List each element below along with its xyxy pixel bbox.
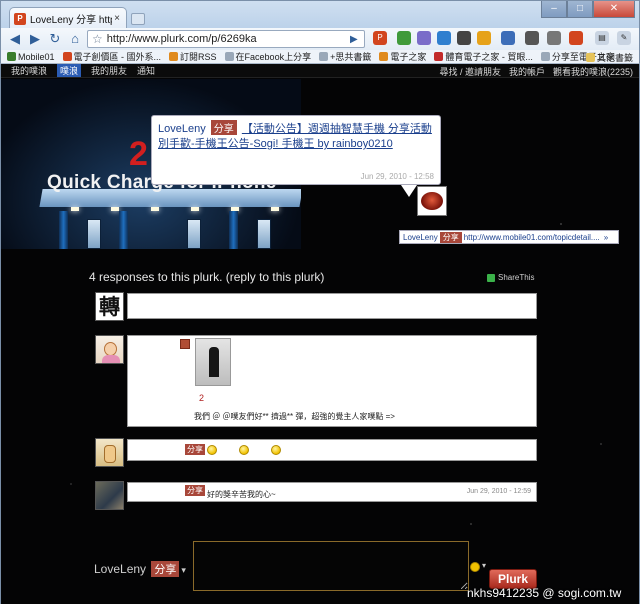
timeline-plurk-author: LoveLeny: [403, 232, 438, 242]
compose-author: LoveLeny 分享 ▾: [94, 561, 186, 577]
extension-icon[interactable]: [501, 31, 515, 45]
responses-header[interactable]: 4 responses to this plurk. (reply to thi…: [89, 270, 324, 284]
extension-icon[interactable]: [477, 31, 491, 45]
response-input[interactable]: [193, 541, 469, 591]
response-avatar[interactable]: 轉: [95, 292, 124, 321]
response-qualifier: 分享: [185, 444, 205, 455]
timeline-plurk[interactable]: LoveLeny 分享 http://www.mobile01.com/topi…: [399, 230, 619, 244]
response-avatar[interactable]: [95, 438, 124, 467]
share-icon: [487, 273, 495, 282]
plurk-extension-icon[interactable]: P: [373, 31, 387, 45]
bookmark-item[interactable]: 體育電子之家 - 貿眼...: [434, 50, 533, 63]
nav-notifications[interactable]: 通知: [137, 64, 155, 77]
laugh-emoticon-icon: [207, 445, 217, 455]
bookmark-item[interactable]: 在Facebook上分享: [224, 50, 311, 63]
close-window-button[interactable]: ✕: [593, 1, 635, 18]
site-navbar: 我的噗浪 噗浪 我的朋友 通知 尋找 / 邀請朋友 我的帳戶 觀看我的噗浪(22…: [1, 64, 639, 78]
plurk-qualifier: 分享: [210, 120, 237, 135]
browser-titlebar: P LoveLeny 分享 http://w... × – □ ✕: [0, 0, 640, 29]
extension-icon[interactable]: [569, 31, 583, 45]
banner-number: 2: [129, 135, 148, 173]
extension-icon[interactable]: [397, 31, 411, 45]
browser-toolbar: ◀ ▶ ↻ ⌂ ☆ http://www.plurk.com/p/6269ka …: [0, 28, 640, 50]
back-icon[interactable]: ◀: [7, 31, 23, 47]
bookmark-item[interactable]: 電子之家: [379, 50, 426, 63]
bookmark-item[interactable]: Mobile01: [7, 52, 55, 62]
extension-icon[interactable]: [525, 31, 539, 45]
plurk-bubble: LoveLeny 分享 【活動公告】週週抽智慧手機 分享活動別手歡-手機王公告-…: [151, 115, 441, 185]
plurk-author-avatar[interactable]: [417, 186, 447, 216]
bookmark-star-icon[interactable]: ☆: [92, 32, 103, 46]
chevron-down-icon[interactable]: ▾: [482, 561, 486, 570]
qualifier-icon: [180, 339, 190, 349]
share-this-button[interactable]: ShareThis: [487, 273, 534, 282]
close-tab-icon[interactable]: ×: [112, 13, 122, 24]
response-avatar[interactable]: [95, 481, 124, 510]
bookmark-item[interactable]: 訂閱RSS: [169, 50, 217, 63]
watermark: nkhs9412235 @ sogi.com.tw: [467, 586, 622, 600]
extension-icon[interactable]: [547, 31, 561, 45]
response-time: Jun 29, 2010 - 12:59: [466, 488, 531, 495]
nav-my-account[interactable]: 我的帳戶: [509, 65, 545, 78]
avatar-image: [421, 192, 443, 210]
reload-icon[interactable]: ↻: [47, 31, 63, 47]
emoticon-picker-icon[interactable]: [470, 562, 480, 572]
extension-icon[interactable]: [457, 31, 471, 45]
other-bookmarks[interactable]: 其他書籤: [585, 51, 633, 64]
wink-emoticon-icon: [239, 445, 249, 455]
extension-icon[interactable]: [417, 31, 431, 45]
response-text: 我們 ＠ ＠噗友們好** 擠過** 彈，超強的覺主人家噗點 =>: [194, 412, 395, 421]
plurk-time: Jun 29, 2010 - 12:58: [360, 172, 434, 181]
page-menu-icon[interactable]: ▤: [595, 31, 609, 45]
maximize-button[interactable]: □: [567, 1, 593, 18]
new-tab-button[interactable]: [131, 13, 145, 25]
plurk-favicon: P: [14, 12, 26, 25]
more-arrow-icon: »: [603, 232, 609, 242]
bookmarks-bar: Mobile01 電子創價區 - 國外系... 訂閱RSS 在Facebook上…: [0, 50, 640, 64]
go-icon[interactable]: ▶: [350, 34, 364, 45]
nav-my-timeline[interactable]: 觀看我的噗浪(2235): [553, 65, 633, 78]
timeline-plurk-text: http://www.mobile01.com/topicdetail....: [463, 232, 600, 242]
address-url: http://www.plurk.com/p/6269ka: [106, 33, 257, 45]
minimize-button[interactable]: –: [541, 1, 567, 18]
nav-my-friends[interactable]: 我的朋友: [91, 64, 127, 77]
response-text: 好的獎辛苦我的心~: [207, 490, 276, 499]
nav-plurk[interactable]: 噗浪: [57, 64, 82, 77]
nav-find-friends[interactable]: 尋找 / 邀請朋友: [439, 65, 501, 78]
address-bar[interactable]: ☆ http://www.plurk.com/p/6269ka ▶: [87, 30, 365, 48]
photo-number: 2: [199, 393, 205, 403]
extension-icon[interactable]: [437, 31, 451, 45]
chevron-down-icon[interactable]: ▾: [181, 565, 186, 575]
wrench-icon[interactable]: ✎: [617, 31, 631, 45]
nav-my-plurk[interactable]: 我的噗浪: [11, 64, 47, 77]
response-qualifier: 分享: [185, 485, 205, 496]
forward-icon[interactable]: ▶: [27, 31, 43, 47]
tab-title: LoveLeny 分享 http://w...: [30, 15, 112, 26]
browser-tab[interactable]: P LoveLeny 分享 http://w... ×: [9, 7, 127, 29]
plurk-page: 我的噗浪 噗浪 我的朋友 通知 尋找 / 邀請朋友 我的帳戶 觀看我的噗浪(22…: [0, 64, 640, 604]
bubble-tail: [401, 185, 417, 197]
compose-qualifier-select[interactable]: 分享: [151, 561, 180, 577]
photo-thumbnail[interactable]: [195, 338, 231, 386]
response-item: [127, 293, 537, 319]
smile-emoticon-icon: [271, 445, 281, 455]
plurk-author[interactable]: LoveLeny: [158, 123, 206, 135]
timeline-plurk-qualifier: 分享: [439, 231, 462, 243]
bookmark-item[interactable]: 電子創價區 - 國外系...: [62, 50, 161, 63]
home-icon[interactable]: ⌂: [67, 31, 83, 47]
window-controls: – □ ✕: [541, 1, 635, 18]
response-avatar[interactable]: [95, 335, 124, 364]
bookmark-item[interactable]: +思共書籤: [319, 50, 371, 63]
